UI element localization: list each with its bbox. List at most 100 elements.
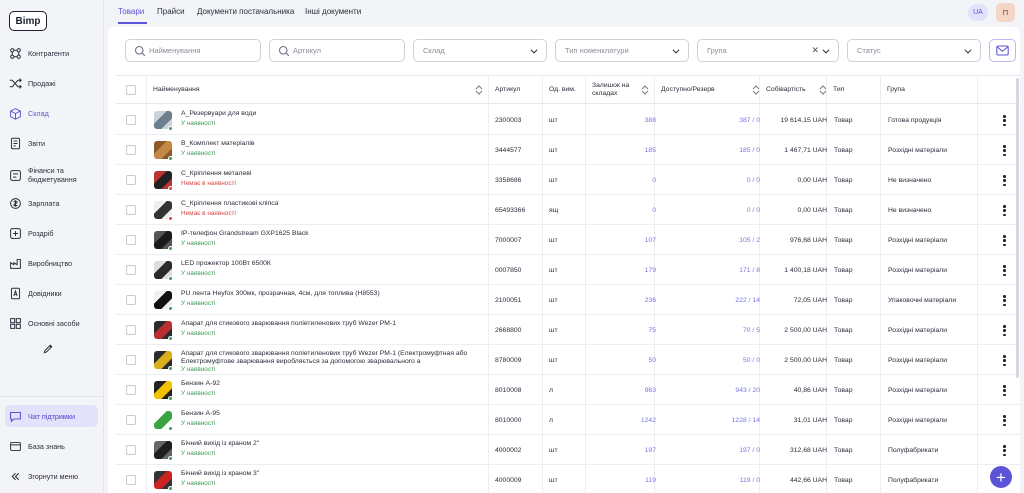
product-name[interactable]: A_Резервуари для води (181, 110, 256, 117)
name-search-input[interactable]: Найменування (125, 39, 261, 62)
product-name[interactable]: Бензин А-95 (181, 410, 220, 417)
sidebar-item-sales[interactable]: Продажі (5, 72, 98, 94)
row-checkbox[interactable] (126, 415, 136, 425)
product-name[interactable]: Апарат для стикового зварювання поліетил… (181, 350, 467, 357)
sidebar-item-production[interactable]: Виробництво (5, 252, 98, 274)
sidebar-item-reports[interactable]: Звіти (5, 132, 98, 154)
column-stock-header[interactable]: Залишок на складах (592, 76, 649, 104)
product-name[interactable]: LED прожектор 100Вт 6500К (181, 260, 271, 267)
row-menu-icon[interactable] (1003, 355, 1006, 366)
row-menu-icon[interactable] (1003, 145, 1006, 156)
row-checkbox[interactable] (126, 145, 136, 155)
row-checkbox[interactable] (126, 115, 136, 125)
column-unit-header[interactable]: Од. вим. (549, 76, 576, 104)
row-menu-icon[interactable] (1003, 415, 1006, 426)
row-menu-icon[interactable] (1003, 115, 1006, 126)
row-menu-icon[interactable] (1003, 325, 1006, 336)
sidebar-item-directories[interactable]: Довідники (5, 282, 98, 304)
column-group-header[interactable]: Група (887, 76, 905, 104)
product-name[interactable]: Бензин А-92 (181, 380, 220, 387)
row-checkbox[interactable] (126, 325, 136, 335)
column-name-header[interactable]: Найменування (153, 76, 483, 104)
language-switch[interactable]: UA (968, 4, 988, 21)
warehouse-select[interactable]: Склад (413, 39, 547, 62)
stock-cell[interactable]: 236 (592, 285, 656, 315)
column-cost-header[interactable]: Собівартість (766, 76, 827, 104)
available-reserve-cell[interactable]: 387 / 0 (661, 105, 760, 135)
row-menu-icon[interactable] (1003, 175, 1006, 186)
available-reserve-cell[interactable]: 943 / 20 (661, 375, 760, 405)
table-row[interactable]: Бензин А-92 У наявності 8010008 л 963 94… (116, 375, 1020, 405)
available-reserve-cell[interactable]: 197 / 0 (661, 435, 760, 465)
table-row[interactable]: LED прожектор 100Вт 6500К У наявності 00… (116, 255, 1020, 285)
column-available-header[interactable]: Доступно/Резерв (661, 76, 760, 104)
available-reserve-cell[interactable]: 1228 / 14 (661, 405, 760, 435)
group-select[interactable]: Група ✕ (697, 39, 839, 62)
product-name[interactable]: Бічний вихід із краном 3" (181, 470, 259, 477)
table-row[interactable]: Бічний вихід із краном 3" У наявності 40… (116, 465, 1020, 493)
table-row[interactable]: Апарат для стикового зварювання поліетил… (116, 345, 1020, 375)
product-name[interactable]: Апарат для стикового зварювання поліетил… (181, 320, 396, 327)
row-checkbox[interactable] (126, 445, 136, 455)
sidebar-item-salary[interactable]: Зарплата (5, 192, 98, 214)
stock-cell[interactable]: 107 (592, 225, 656, 255)
tab-other-documents[interactable]: Інші документи (305, 7, 361, 16)
sidebar-item-support-chat[interactable]: Чат підтримки (5, 405, 98, 427)
row-checkbox[interactable] (126, 385, 136, 395)
sidebar-item-contractors[interactable]: Контрагенти (5, 42, 98, 64)
mail-button[interactable] (989, 39, 1016, 62)
sidebar-item-retail[interactable]: Роздріб (5, 222, 98, 244)
sidebar-item-warehouse[interactable]: Склад (5, 102, 98, 124)
product-name[interactable]: IP-телефон Grandstream GXP1625 Black (181, 230, 309, 237)
row-menu-icon[interactable] (1003, 265, 1006, 276)
table-row[interactable]: PU лента Heyfox 300мк, прозрачная, 4см, … (116, 285, 1020, 315)
avatar[interactable]: П (996, 3, 1015, 22)
row-checkbox[interactable] (126, 235, 136, 245)
stock-cell[interactable]: 75 (592, 315, 656, 345)
app-logo[interactable]: Bimp (9, 11, 47, 31)
table-row[interactable]: C_Кріплення металеві Немає в наявності 3… (116, 165, 1020, 195)
row-checkbox[interactable] (126, 355, 136, 365)
product-name[interactable]: Бічний вихід із краном 2" (181, 440, 259, 447)
table-row[interactable]: Апарат для стикового зварювання поліетил… (116, 315, 1020, 345)
stock-cell[interactable]: 185 (592, 135, 656, 165)
column-sku-header[interactable]: Артикул (495, 76, 520, 104)
tab-prices[interactable]: Прайси (157, 7, 185, 16)
available-reserve-cell[interactable]: 105 / 2 (661, 225, 760, 255)
product-name[interactable]: B_Комплект матеріалів (181, 140, 254, 147)
row-checkbox[interactable] (126, 175, 136, 185)
available-reserve-cell[interactable]: 171 / 8 (661, 255, 760, 285)
available-reserve-cell[interactable]: 50 / 0 (661, 345, 760, 375)
stock-cell[interactable]: 119 (592, 465, 656, 493)
row-checkbox[interactable] (126, 295, 136, 305)
stock-cell[interactable]: 0 (592, 165, 656, 195)
available-reserve-cell[interactable]: 185 / 0 (661, 135, 760, 165)
sidebar-item-fixed-assets[interactable]: Основні засоби (5, 312, 98, 334)
available-reserve-cell[interactable]: 0 / 0 (661, 165, 760, 195)
available-reserve-cell[interactable]: 119 / 0 (661, 465, 760, 493)
stock-cell[interactable]: 197 (592, 435, 656, 465)
sidebar-item-collapse[interactable]: Згорнути меню (5, 465, 98, 487)
product-name[interactable]: C_Кріплення пластикові кліпса (181, 200, 278, 207)
sidebar-item-knowledge-base[interactable]: База знань (5, 435, 98, 457)
tab-products[interactable]: Товари (118, 7, 144, 16)
stock-cell[interactable]: 963 (592, 375, 656, 405)
table-row[interactable]: Бічний вихід із краном 2" У наявності 40… (116, 435, 1020, 465)
sidebar-item-finance[interactable]: Фінанси та бюджетування (5, 162, 98, 188)
available-reserve-cell[interactable]: 0 / 0 (661, 195, 760, 225)
stock-cell[interactable]: 388 (592, 105, 656, 135)
product-name[interactable]: PU лента Heyfox 300мк, прозрачная, 4см, … (181, 290, 380, 297)
stock-cell[interactable]: 0 (592, 195, 656, 225)
column-type-header[interactable]: Тип (833, 76, 844, 104)
stock-cell[interactable]: 50 (592, 345, 656, 375)
row-menu-icon[interactable] (1003, 295, 1006, 306)
add-product-button[interactable]: + (990, 466, 1012, 488)
available-reserve-cell[interactable]: 70 / 5 (661, 315, 760, 345)
pencil-icon[interactable] (42, 343, 54, 355)
table-row[interactable]: A_Резервуари для води У наявності 230000… (116, 105, 1020, 135)
table-row[interactable]: B_Комплект матеріалів У наявності 344457… (116, 135, 1020, 165)
row-menu-icon[interactable] (1003, 205, 1006, 216)
tab-supplier-documents[interactable]: Документи постачальника (197, 7, 294, 16)
stock-cell[interactable]: 1242 (592, 405, 656, 435)
product-name[interactable]: C_Кріплення металеві (181, 170, 251, 177)
